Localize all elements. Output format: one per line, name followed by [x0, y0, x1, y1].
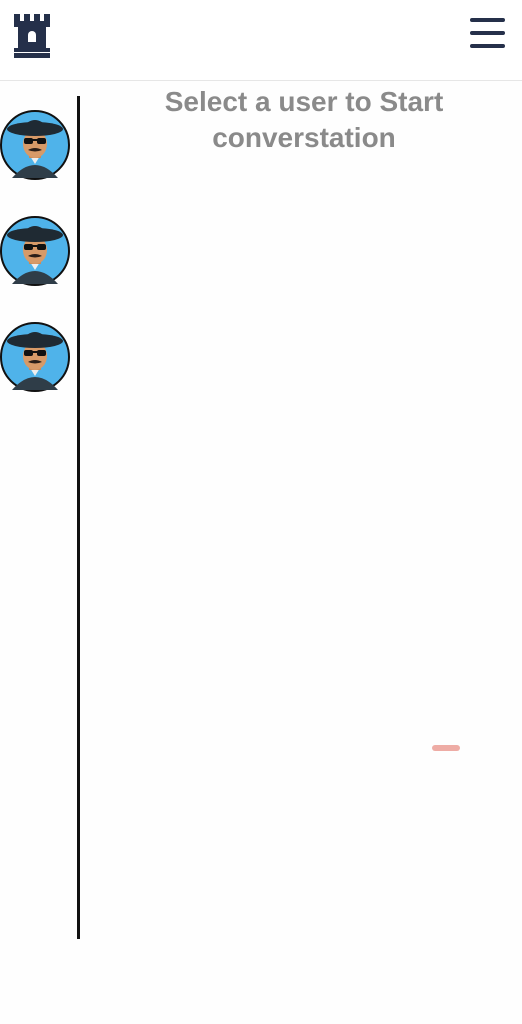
- avatar: [0, 110, 70, 180]
- app: Select a user to Start converstation: [0, 0, 522, 1024]
- avatar: [0, 322, 70, 392]
- castle-tower-icon[interactable]: [14, 14, 50, 58]
- user-list: [0, 81, 78, 941]
- pink-dash-mark: [432, 745, 460, 751]
- sidebar-divider: [77, 96, 80, 939]
- user-avatar-2[interactable]: [0, 216, 70, 286]
- empty-chat-line-1: Select a user to Start: [164, 86, 444, 117]
- empty-chat-line-2: converstation: [212, 122, 396, 153]
- avatar: [0, 216, 70, 286]
- hamburger-menu-icon[interactable]: [470, 18, 505, 49]
- top-bar: [0, 0, 522, 81]
- empty-chat-message: Select a user to Start converstation: [120, 84, 488, 156]
- user-avatar-3[interactable]: [0, 322, 70, 392]
- user-avatar-1[interactable]: [0, 110, 70, 180]
